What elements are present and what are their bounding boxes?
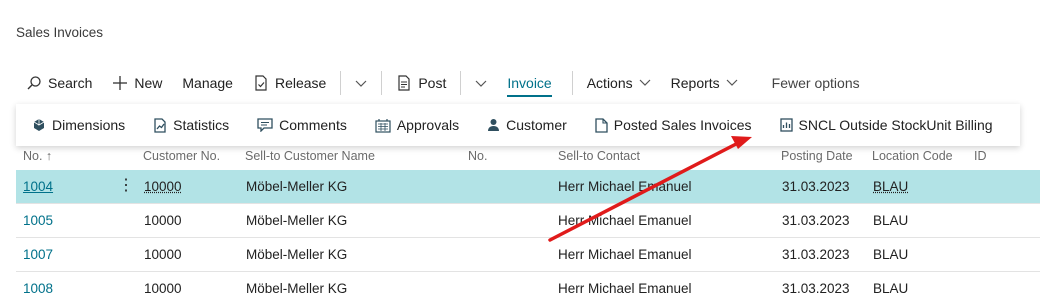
- post-doc-icon: [396, 75, 412, 91]
- column-header-id[interactable]: ID: [974, 149, 987, 163]
- column-header-sell-to-name[interactable]: Sell-to Customer Name: [245, 149, 375, 163]
- divider: [460, 71, 462, 95]
- chevron-down-icon: [639, 79, 651, 87]
- customer-no-cell: 10000: [144, 281, 182, 296]
- document-icon: [595, 117, 608, 133]
- column-header-location-code[interactable]: Location Code: [872, 149, 953, 163]
- comments-button[interactable]: Comments: [243, 104, 361, 146]
- release-dropdown[interactable]: [345, 65, 377, 101]
- location-code-cell: BLAU: [873, 281, 909, 296]
- sncl-billing-label: SNCL Outside StockUnit Billing: [798, 117, 993, 133]
- contact-cell: Herr Michael Emanuel: [558, 281, 692, 296]
- statistics-button[interactable]: Statistics: [139, 104, 243, 146]
- invoice-no-link[interactable]: 1007: [23, 247, 53, 262]
- column-header-no[interactable]: No. ↑: [23, 149, 52, 163]
- table-row[interactable]: 1007 10000 Möbel-Meller KG Herr Michael …: [16, 238, 1040, 272]
- location-code-cell: BLAU: [873, 247, 909, 262]
- search-label: Search: [48, 75, 93, 91]
- posting-date-cell: 31.03.2023: [782, 281, 850, 296]
- row-menu-icon[interactable]: ⋮: [118, 175, 134, 195]
- chevron-down-icon: [355, 75, 367, 91]
- new-label: New: [134, 75, 163, 91]
- dimensions-label: Dimensions: [52, 117, 126, 133]
- release-label: Release: [274, 75, 327, 91]
- customer-no-cell: 10000: [144, 247, 182, 262]
- customer-name-cell: Möbel-Meller KG: [246, 213, 348, 228]
- sncl-billing-button[interactable]: SNCL Outside StockUnit Billing: [766, 104, 1007, 146]
- table-row[interactable]: 1005 10000 Möbel-Meller KG Herr Michael …: [16, 204, 1040, 238]
- column-header-posting-date[interactable]: Posting Date: [781, 149, 853, 163]
- invoice-list: No. ↑ Customer No. Sell-to Customer Name…: [16, 145, 1040, 305]
- chevron-down-icon: [726, 79, 738, 87]
- fewer-options-label: Fewer options: [771, 75, 860, 91]
- posting-date-cell: 31.03.2023: [782, 213, 850, 228]
- invoice-no-link[interactable]: 1005: [23, 213, 53, 228]
- new-button[interactable]: New: [102, 65, 172, 101]
- reports-menu[interactable]: Reports: [661, 65, 748, 101]
- posting-date-cell: 31.03.2023: [782, 179, 850, 194]
- plus-icon: [112, 75, 128, 91]
- contact-cell: Herr Michael Emanuel: [558, 179, 692, 194]
- search-button[interactable]: Search: [16, 65, 102, 101]
- actions-menu[interactable]: Actions: [577, 65, 661, 101]
- action-bar: Search New Manage Release Post Invoice A…: [16, 65, 1040, 101]
- customer-name-cell: Möbel-Meller KG: [246, 247, 348, 262]
- divider: [571, 71, 573, 95]
- table-row[interactable]: 1008 10000 Möbel-Meller KG Herr Michael …: [16, 272, 1040, 305]
- post-label: Post: [418, 75, 447, 91]
- statistics-icon: [153, 117, 167, 133]
- approvals-button[interactable]: Approvals: [361, 104, 473, 146]
- column-header-customer-no[interactable]: Customer No.: [143, 149, 220, 163]
- column-header-sell-to-contact[interactable]: Sell-to Contact: [558, 149, 640, 163]
- actions-label: Actions: [586, 75, 633, 91]
- location-code-cell: BLAU: [873, 213, 909, 228]
- report-icon: [779, 118, 793, 132]
- search-icon: [26, 75, 42, 91]
- posted-sales-invoices-label: Posted Sales Invoices: [613, 117, 752, 133]
- invoice-label: Invoice: [507, 75, 552, 97]
- contact-cell: Herr Michael Emanuel: [558, 213, 692, 228]
- approvals-label: Approvals: [396, 117, 460, 133]
- promoted-actions-panel: Dimensions Statistics Comments Approvals…: [16, 104, 1020, 146]
- customer-name-cell: Möbel-Meller KG: [246, 179, 348, 194]
- customer-label: Customer: [506, 117, 567, 133]
- posting-date-cell: 31.03.2023: [782, 247, 850, 262]
- invoice-no-link[interactable]: 1008: [23, 281, 53, 296]
- customer-button[interactable]: Customer: [473, 104, 581, 146]
- reports-label: Reports: [670, 75, 720, 91]
- customer-no-cell[interactable]: 10000: [144, 179, 182, 194]
- comment-icon: [257, 118, 273, 132]
- manage-label: Manage: [182, 75, 233, 91]
- tab-invoice[interactable]: Invoice: [497, 65, 561, 101]
- column-header-no-2[interactable]: No.: [468, 149, 487, 163]
- contact-cell: Herr Michael Emanuel: [558, 247, 692, 262]
- dimensions-button[interactable]: Dimensions: [16, 104, 139, 146]
- statistics-label: Statistics: [173, 117, 230, 133]
- post-dropdown[interactable]: [465, 65, 497, 101]
- comments-label: Comments: [279, 117, 347, 133]
- person-icon: [487, 118, 500, 132]
- divider: [381, 71, 383, 95]
- chevron-down-icon: [475, 75, 487, 91]
- invoice-no-link[interactable]: 1004: [23, 179, 53, 194]
- table-row[interactable]: 1004 ⋮ 10000 Möbel-Meller KG Herr Michae…: [16, 170, 1040, 204]
- location-code-cell[interactable]: BLAU: [873, 179, 908, 194]
- posted-sales-invoices-button[interactable]: Posted Sales Invoices: [581, 104, 766, 146]
- customer-no-cell: 10000: [144, 213, 182, 228]
- customer-name-cell: Möbel-Meller KG: [246, 281, 348, 296]
- release-button[interactable]: Release: [243, 65, 336, 101]
- divider: [340, 71, 342, 95]
- dimensions-icon: [32, 118, 46, 132]
- fewer-options-button[interactable]: Fewer options: [762, 65, 870, 101]
- manage-button[interactable]: Manage: [172, 65, 243, 101]
- table-header: No. ↑ Customer No. Sell-to Customer Name…: [16, 145, 1040, 170]
- page-title: Sales Invoices: [16, 25, 104, 40]
- approvals-icon: [375, 118, 391, 133]
- post-button[interactable]: Post: [386, 65, 456, 101]
- release-doc-icon: [253, 75, 269, 91]
